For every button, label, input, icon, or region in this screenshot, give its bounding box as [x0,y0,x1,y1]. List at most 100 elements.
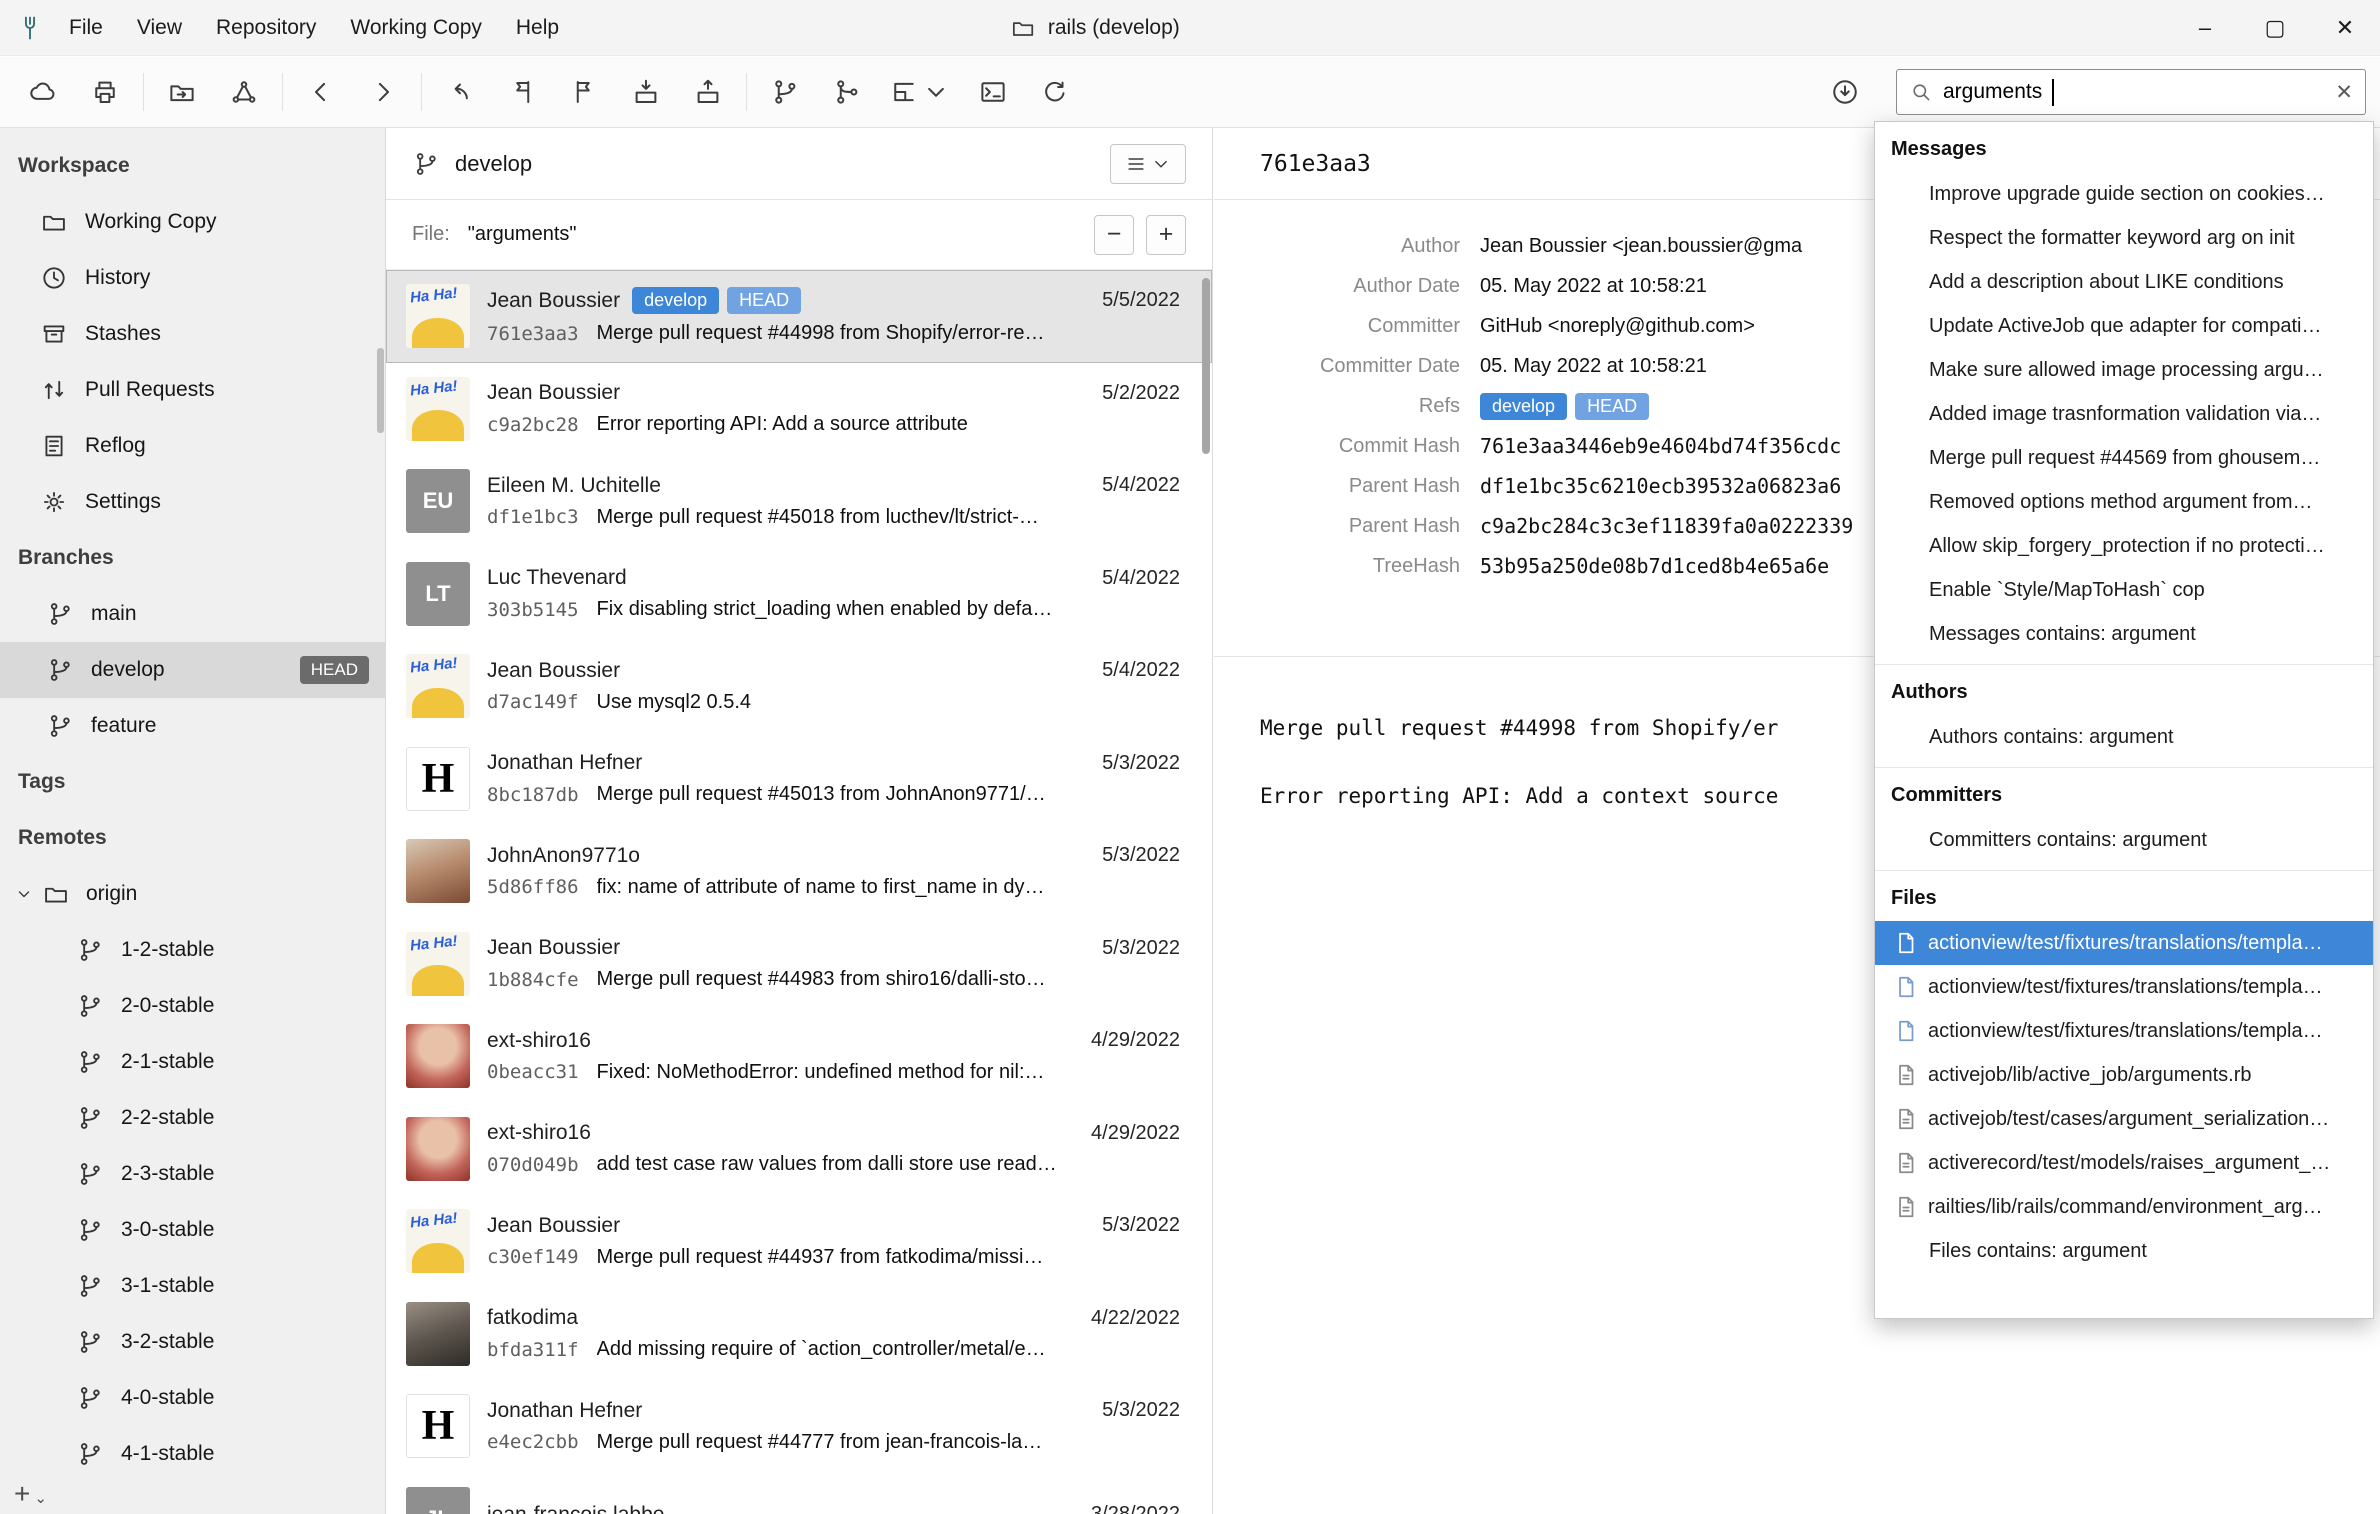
forward-button[interactable] [352,64,414,120]
branch-item-feature[interactable]: feature [0,698,385,754]
sidebar-item-settings[interactable]: Settings [0,474,385,530]
sidebar-section-branches: Branches [0,530,385,586]
branch-item-main[interactable]: main [0,586,385,642]
search-input[interactable]: arguments ✕ [1896,69,2366,115]
checkout-button[interactable] [491,64,553,120]
remote-branch-item[interactable]: 4-1-stable [0,1426,385,1482]
remote-branch-item[interactable]: 3-1-stable [0,1258,385,1314]
print-button[interactable] [74,64,136,120]
commit-row[interactable]: ext-shiro16 4/29/2022 0beacc31 Fixed: No… [386,1010,1212,1103]
maximize-button[interactable]: ▢ [2240,0,2310,56]
file-suggestion[interactable]: railties/lib/rails/command/environment_a… [1875,1185,2373,1229]
remove-filter-button[interactable]: − [1094,215,1134,255]
terminal-button[interactable] [962,64,1024,120]
sidebar-item-reflog[interactable]: Reflog [0,418,385,474]
message-suggestion[interactable]: Enable `Style/MapToHash` cop [1875,568,2373,612]
file-suggestion[interactable]: activerecord/test/models/raises_argument… [1875,1141,2373,1185]
gitflow-button[interactable] [878,64,962,120]
remote-branch-item[interactable]: 2-0-stable [0,978,385,1034]
back-button[interactable] [290,64,352,120]
add-repository-button[interactable]: + ⌄ [14,1478,47,1510]
commit-row[interactable]: Ha Ha! Jean Boussier 5/4/2022 d7ac149f U… [386,640,1212,733]
commit-date: 5/2/2022 [1102,382,1198,405]
file-suggestion[interactable]: actionview/test/fixtures/translations/te… [1875,965,2373,1009]
refresh-button[interactable] [1024,64,1086,120]
commit-row[interactable]: Ha Ha! Jean Boussier 5/3/2022 c30ef149 M… [386,1195,1212,1288]
message-suggestion[interactable]: Improve upgrade guide section on cookies… [1875,172,2373,216]
menu-working-copy[interactable]: Working Copy [333,0,499,56]
remote-branch-item[interactable]: 3-2-stable [0,1314,385,1370]
open-folder-button[interactable] [151,64,213,120]
commit-list-scrollbar[interactable] [1202,278,1210,454]
message-suggestion[interactable]: Allow skip_forgery_protection if no prot… [1875,524,2373,568]
commit-list-options-button[interactable] [1110,144,1186,184]
files-contains-option[interactable]: Files contains: argument [1875,1229,2373,1273]
remote-branch-item[interactable]: 2-1-stable [0,1034,385,1090]
close-button[interactable]: ✕ [2310,0,2380,56]
avatar: Ha Ha! [406,654,470,718]
message-suggestion[interactable]: Respect the formatter keyword arg on ini… [1875,216,2373,260]
commit-row[interactable]: EU Eileen M. Uchitelle 5/4/2022 df1e1bc3… [386,455,1212,548]
branch-icon [76,1272,104,1300]
menu-help[interactable]: Help [499,0,576,56]
authors-contains-option[interactable]: Authors contains: argument [1875,715,2373,759]
message-suggestion[interactable]: Make sure allowed image processing argu… [1875,348,2373,392]
commit-author: JohnAnon9771o [487,844,640,868]
file-suggestion[interactable]: activejob/lib/active_job/arguments.rb [1875,1053,2373,1097]
committers-contains-option[interactable]: Committers contains: argument [1875,818,2373,862]
pop-stash-button[interactable] [677,64,739,120]
commit-row[interactable]: JohnAnon9771o 5/3/2022 5d86ff86 fix: nam… [386,825,1212,918]
folder-icon [42,880,70,908]
commit-row[interactable]: H Jonathan Hefner 5/3/2022 e4ec2cbb Merg… [386,1380,1212,1473]
clear-search-icon[interactable]: ✕ [2335,80,2353,105]
commit-row[interactable]: Ha Ha! Jean Boussier 5/3/2022 1b884cfe M… [386,918,1212,1011]
remote-item-origin[interactable]: origin [0,866,385,922]
commit-row[interactable]: H Jonathan Hefner 5/3/2022 8bc187db Merg… [386,733,1212,826]
stash-button[interactable] [615,64,677,120]
sidebar-section-remotes: Remotes [0,810,385,866]
chevron-down-icon[interactable] [14,884,34,904]
commit-row[interactable]: fatkodima 4/22/2022 bfda311f Add missing… [386,1288,1212,1381]
remote-branch-item[interactable]: 3-0-stable [0,1202,385,1258]
commit-row[interactable]: Ha Ha! Jean Boussier 5/2/2022 c9a2bc28 E… [386,363,1212,456]
message-suggestion[interactable]: Add a description about LIKE conditions [1875,260,2373,304]
sidebar-scrollbar[interactable] [377,348,384,433]
commit-row[interactable]: ext-shiro16 4/29/2022 070d049b add test … [386,1103,1212,1196]
sidebar-item-history[interactable]: History [0,250,385,306]
branch-icon [46,600,74,628]
undo-button[interactable] [429,64,491,120]
commit-row[interactable]: JL jean-francois labbe 3/28/2022 [386,1473,1212,1514]
branch-icon [76,936,104,964]
menu-repository[interactable]: Repository [199,0,333,56]
commit-row[interactable]: Ha Ha! Jean Boussier develop HEAD 5/5/20… [386,270,1212,363]
merge-button[interactable] [816,64,878,120]
sidebar-item-working-copy[interactable]: Working Copy [0,194,385,250]
message-suggestion[interactable]: Merge pull request #44569 from ghousem… [1875,436,2373,480]
remote-branch-item[interactable]: 2-3-stable [0,1146,385,1202]
add-filter-button[interactable]: + [1146,215,1186,255]
menu-view[interactable]: View [120,0,199,56]
commit-row[interactable]: LT Luc Thevenard 5/4/2022 303b5145 Fix d… [386,548,1212,641]
sidebar-item-pull-requests[interactable]: Pull Requests [0,362,385,418]
file-suggestion[interactable]: activejob/test/cases/argument_serializat… [1875,1097,2373,1141]
messages-contains-option[interactable]: Messages contains: argument [1875,612,2373,656]
file-suggestion[interactable]: actionview/test/fixtures/translations/te… [1875,1009,2373,1053]
repository-graph-button[interactable] [213,64,275,120]
cherry-pick-button[interactable] [553,64,615,120]
message-suggestion[interactable]: Added image trasnformation validation vi… [1875,392,2373,436]
remote-branch-item[interactable]: 1-2-stable [0,922,385,978]
message-suggestion[interactable]: Removed options method argument from… [1875,480,2373,524]
remote-branch-item[interactable]: 2-2-stable [0,1090,385,1146]
sidebar-item-stashes[interactable]: Stashes [0,306,385,362]
create-branch-button[interactable] [754,64,816,120]
minimize-button[interactable]: – [2170,0,2240,56]
updates-button[interactable] [1814,64,1876,120]
branch-item-develop[interactable]: develop HEAD [0,642,385,698]
box-arrow-down-icon [631,77,661,107]
remote-branch-item[interactable]: 4-0-stable [0,1370,385,1426]
fetch-button[interactable] [12,64,74,120]
commit-date: 5/3/2022 [1102,1399,1198,1422]
file-suggestion[interactable]: actionview/test/fixtures/translations/te… [1875,921,2373,965]
message-suggestion[interactable]: Update ActiveJob que adapter for compati… [1875,304,2373,348]
menu-file[interactable]: File [52,0,120,56]
